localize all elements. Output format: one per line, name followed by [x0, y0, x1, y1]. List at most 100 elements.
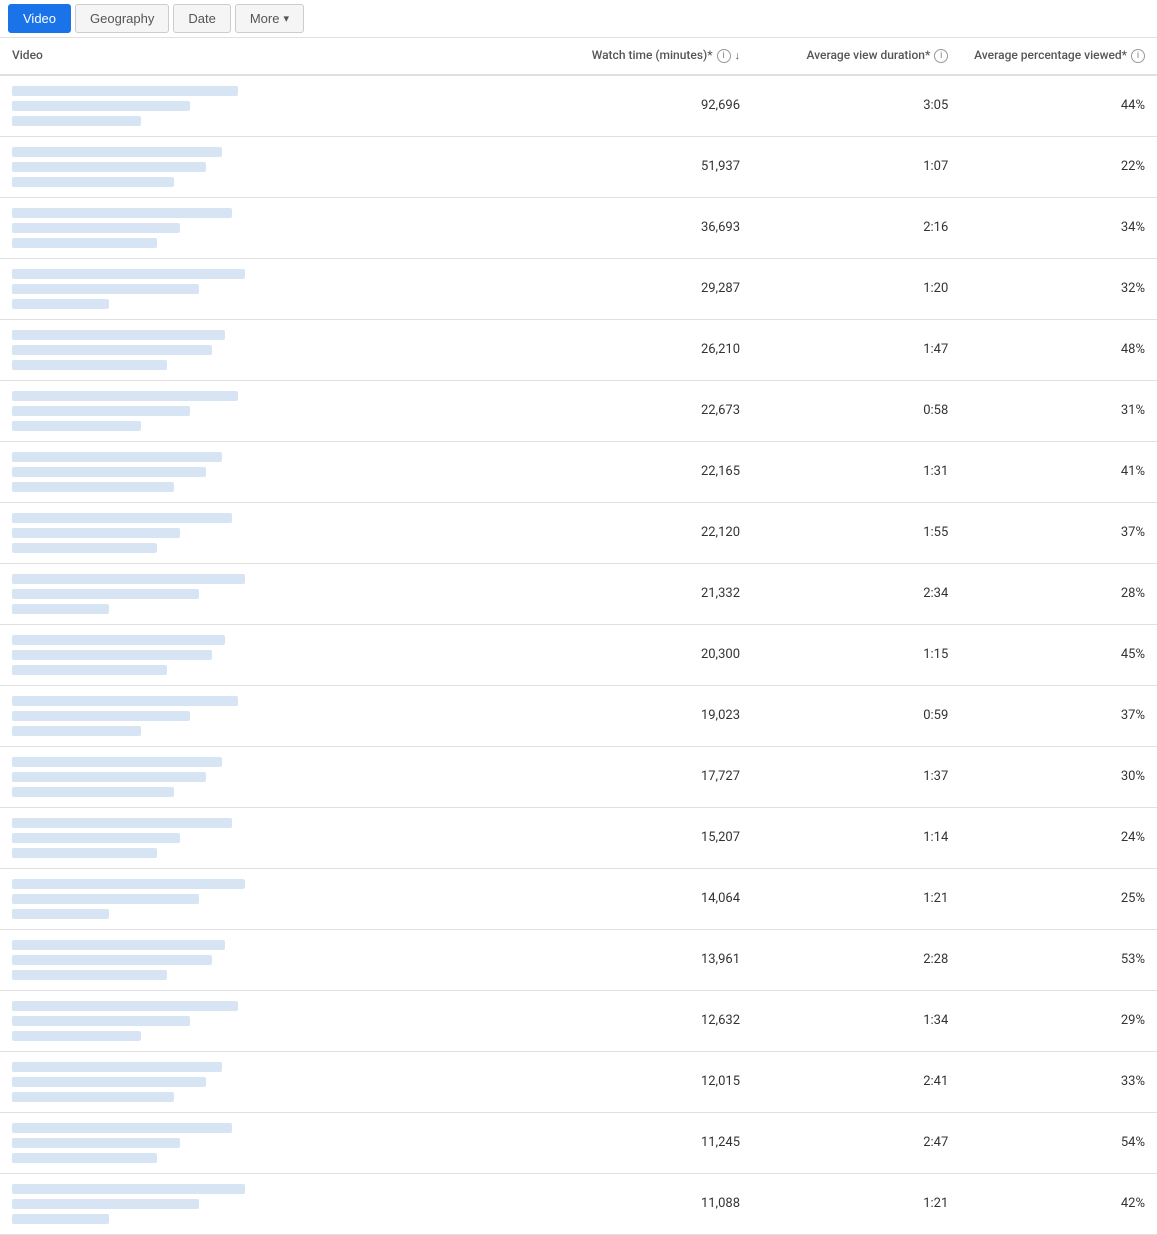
watchtime-sort-icon[interactable]: ↓: [735, 49, 741, 63]
avgduration-cell: 1:14: [752, 807, 960, 868]
table-row[interactable]: 51,9371:0722%: [0, 136, 1157, 197]
col-header-watchtime: Watch time (minutes)* i ↓: [347, 38, 752, 75]
watchtime-cell: 21,332: [347, 563, 752, 624]
avgpct-cell: 29%: [960, 990, 1157, 1051]
watchtime-cell: 11,245: [347, 1112, 752, 1173]
watchtime-cell: 22,165: [347, 441, 752, 502]
avgduration-cell: 2:28: [752, 929, 960, 990]
avgduration-cell: 1:47: [752, 319, 960, 380]
tabs-bar: VideoGeographyDateMore: [0, 0, 1157, 38]
avgduration-cell: 0:59: [752, 685, 960, 746]
table-row[interactable]: 29,2871:2032%: [0, 258, 1157, 319]
video-cell: [0, 197, 347, 258]
data-table: Video Watch time (minutes)* i ↓ Average …: [0, 38, 1157, 1235]
avgpct-cell: 37%: [960, 685, 1157, 746]
avgpct-cell: 42%: [960, 1173, 1157, 1234]
avgduration-info-icon[interactable]: i: [934, 49, 948, 63]
watchtime-cell: 51,937: [347, 136, 752, 197]
tab-video[interactable]: Video: [8, 4, 71, 33]
tab-more[interactable]: More: [235, 4, 304, 33]
avgduration-cell: 2:34: [752, 563, 960, 624]
watchtime-cell: 22,673: [347, 380, 752, 441]
watchtime-cell: 26,210: [347, 319, 752, 380]
watchtime-cell: 14,064: [347, 868, 752, 929]
video-cell: [0, 563, 347, 624]
table-container: Video Watch time (minutes)* i ↓ Average …: [0, 38, 1157, 1235]
watchtime-cell: 36,693: [347, 197, 752, 258]
video-cell: [0, 1112, 347, 1173]
video-cell: [0, 624, 347, 685]
avgduration-cell: 2:16: [752, 197, 960, 258]
watchtime-cell: 20,300: [347, 624, 752, 685]
table-row[interactable]: 20,3001:1545%: [0, 624, 1157, 685]
video-cell: [0, 441, 347, 502]
avgduration-cell: 1:21: [752, 868, 960, 929]
table-row[interactable]: 17,7271:3730%: [0, 746, 1157, 807]
video-cell: [0, 746, 347, 807]
avgpct-cell: 34%: [960, 197, 1157, 258]
video-cell: [0, 807, 347, 868]
video-cell: [0, 75, 347, 137]
video-cell: [0, 258, 347, 319]
avgduration-cell: 1:55: [752, 502, 960, 563]
avgduration-cell: 1:31: [752, 441, 960, 502]
avgpct-cell: 22%: [960, 136, 1157, 197]
avgduration-cell: 1:07: [752, 136, 960, 197]
avgpct-cell: 30%: [960, 746, 1157, 807]
avgduration-cell: 1:15: [752, 624, 960, 685]
avgduration-cell: 0:58: [752, 380, 960, 441]
avgduration-cell: 2:47: [752, 1112, 960, 1173]
table-row[interactable]: 22,1201:5537%: [0, 502, 1157, 563]
tab-geography[interactable]: Geography: [75, 4, 169, 33]
avgpct-cell: 33%: [960, 1051, 1157, 1112]
video-cell: [0, 929, 347, 990]
avgpct-cell: 54%: [960, 1112, 1157, 1173]
avgpct-cell: 24%: [960, 807, 1157, 868]
table-row[interactable]: 19,0230:5937%: [0, 685, 1157, 746]
col-avgduration-label: Average view duration*: [806, 48, 930, 64]
avgduration-cell: 1:20: [752, 258, 960, 319]
col-avgpct-label: Average percentage viewed*: [974, 48, 1127, 64]
avgpct-info-icon[interactable]: i: [1131, 49, 1145, 63]
avgpct-cell: 53%: [960, 929, 1157, 990]
avgpct-cell: 32%: [960, 258, 1157, 319]
table-row[interactable]: 12,0152:4133%: [0, 1051, 1157, 1112]
table-row[interactable]: 11,2452:4754%: [0, 1112, 1157, 1173]
table-row[interactable]: 26,2101:4748%: [0, 319, 1157, 380]
table-row[interactable]: 21,3322:3428%: [0, 563, 1157, 624]
table-row[interactable]: 13,9612:2853%: [0, 929, 1157, 990]
avgpct-cell: 45%: [960, 624, 1157, 685]
video-cell: [0, 502, 347, 563]
tab-date[interactable]: Date: [173, 4, 230, 33]
table-row[interactable]: 22,1651:3141%: [0, 441, 1157, 502]
avgpct-cell: 44%: [960, 75, 1157, 137]
video-cell: [0, 1173, 347, 1234]
watchtime-cell: 12,015: [347, 1051, 752, 1112]
col-video-label: Video: [12, 48, 43, 62]
avgduration-cell: 1:21: [752, 1173, 960, 1234]
table-row[interactable]: 36,6932:1634%: [0, 197, 1157, 258]
video-cell: [0, 1051, 347, 1112]
watchtime-cell: 11,088: [347, 1173, 752, 1234]
avgpct-cell: 31%: [960, 380, 1157, 441]
col-header-avgpct: Average percentage viewed* i: [960, 38, 1157, 75]
table-row[interactable]: 22,6730:5831%: [0, 380, 1157, 441]
watchtime-cell: 22,120: [347, 502, 752, 563]
col-watchtime-label: Watch time (minutes)*: [592, 48, 713, 64]
table-row[interactable]: 92,6963:0544%: [0, 75, 1157, 137]
avgduration-cell: 3:05: [752, 75, 960, 137]
watchtime-cell: 17,727: [347, 746, 752, 807]
video-cell: [0, 380, 347, 441]
watchtime-cell: 29,287: [347, 258, 752, 319]
video-cell: [0, 685, 347, 746]
table-row[interactable]: 12,6321:3429%: [0, 990, 1157, 1051]
col-header-video: Video: [0, 38, 347, 75]
avgpct-cell: 48%: [960, 319, 1157, 380]
avgduration-cell: 2:41: [752, 1051, 960, 1112]
table-row[interactable]: 15,2071:1424%: [0, 807, 1157, 868]
avgpct-cell: 41%: [960, 441, 1157, 502]
table-row[interactable]: 11,0881:2142%: [0, 1173, 1157, 1234]
video-cell: [0, 319, 347, 380]
table-row[interactable]: 14,0641:2125%: [0, 868, 1157, 929]
watchtime-info-icon[interactable]: i: [717, 49, 731, 63]
